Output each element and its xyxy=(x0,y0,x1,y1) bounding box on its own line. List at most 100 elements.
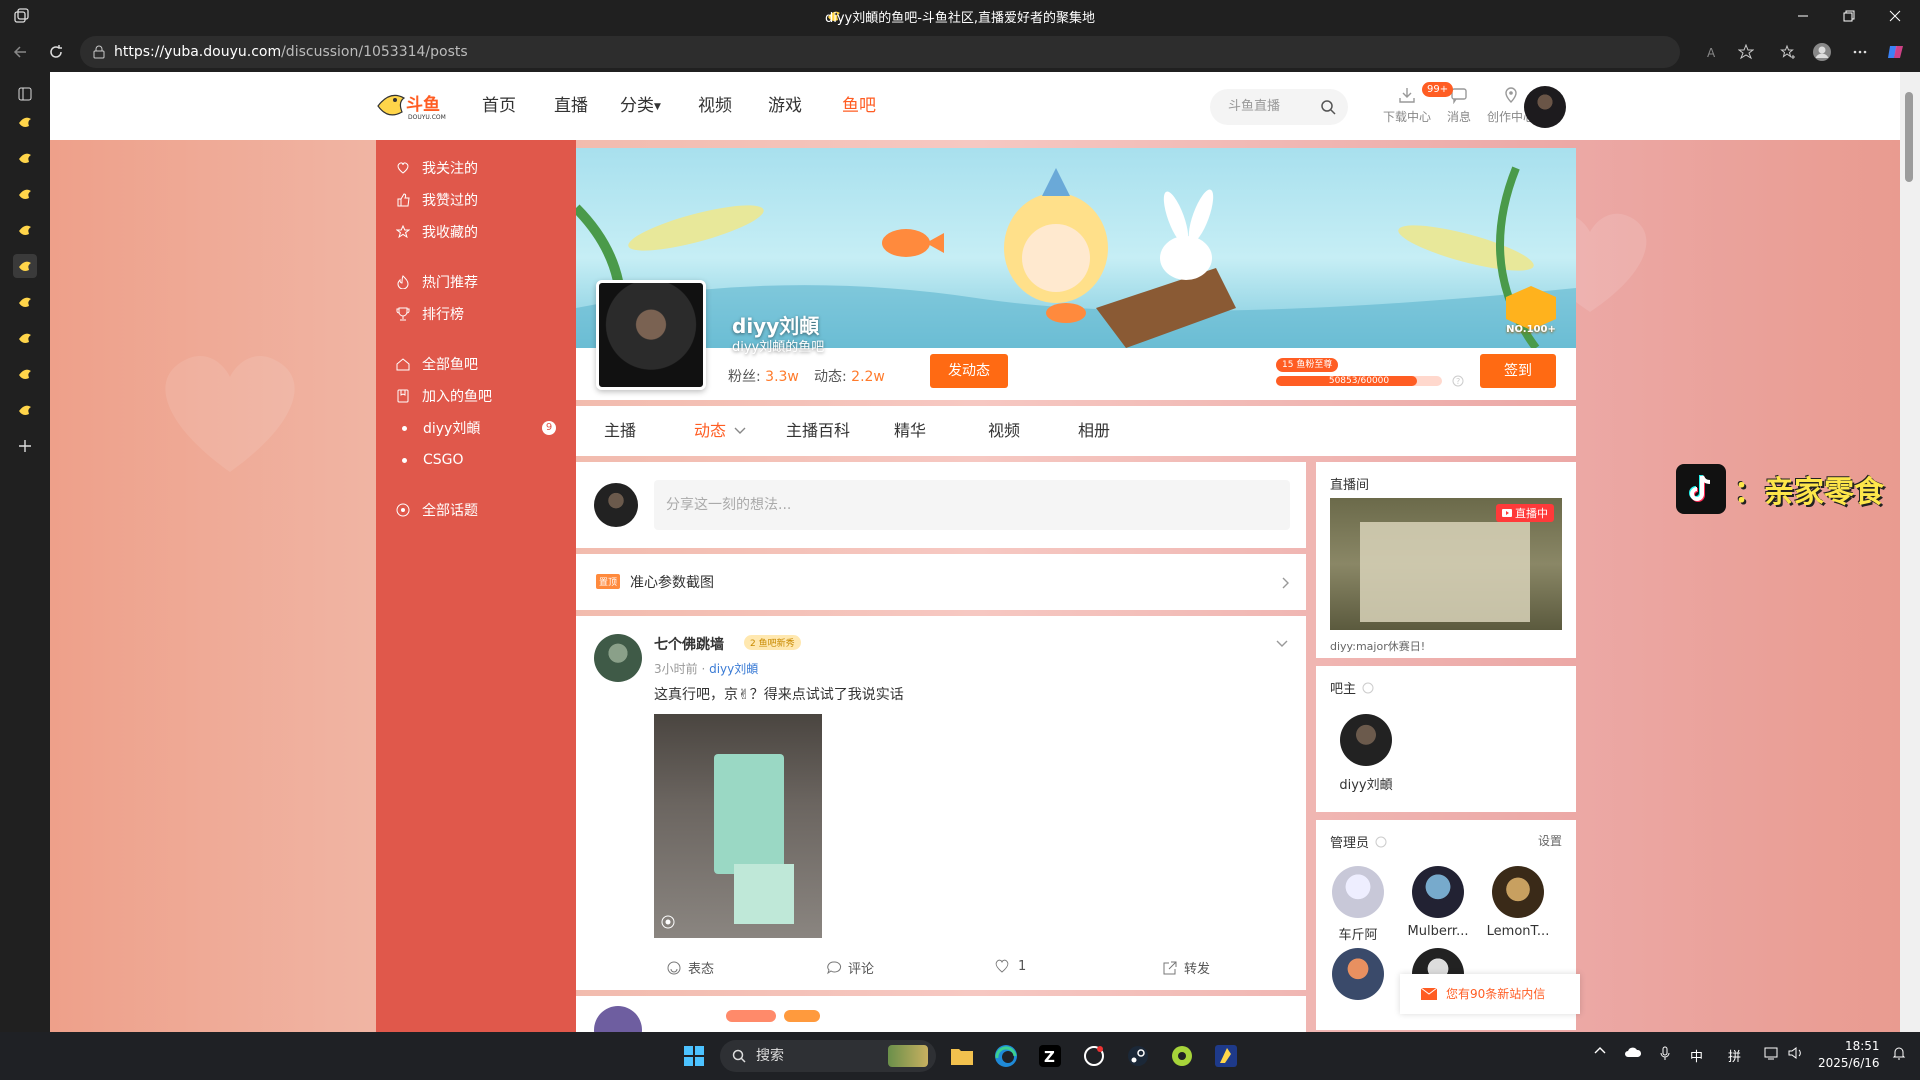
help-icon[interactable] xyxy=(1375,836,1387,848)
like-action[interactable]: 1 xyxy=(994,958,1026,974)
nav-category[interactable]: 分类▼ xyxy=(620,72,661,140)
zed-app-icon[interactable]: Z xyxy=(1034,1040,1066,1072)
steam-icon[interactable] xyxy=(1122,1040,1154,1072)
onedrive-icon[interactable] xyxy=(1624,1046,1642,1058)
tray-chevron-up-icon[interactable] xyxy=(1594,1046,1606,1054)
tab-featured[interactable]: 精华 xyxy=(894,406,926,456)
admins-settings-link[interactable]: 设置 xyxy=(1538,832,1562,849)
nav-game[interactable]: 游戏 xyxy=(768,72,802,140)
owner-name[interactable]: diyy刘頔 xyxy=(1326,774,1406,793)
admin-member[interactable]: Mulberr... xyxy=(1406,866,1470,939)
sidebar-item-all-bars[interactable]: 全部鱼吧 xyxy=(396,352,478,376)
clock-date: 2025/6/16 xyxy=(1818,1056,1880,1070)
sidebar-item-hot[interactable]: 热门推荐 xyxy=(396,270,478,294)
sidebar-item-liked[interactable]: 我赞过的 xyxy=(396,188,478,212)
start-button-icon[interactable] xyxy=(678,1040,710,1072)
refresh-icon[interactable] xyxy=(46,42,66,62)
volume-icon[interactable] xyxy=(1788,1046,1804,1060)
more-icon[interactable] xyxy=(1850,42,1870,62)
browser-tab-9[interactable] xyxy=(13,398,37,422)
owner-avatar[interactable] xyxy=(1340,714,1392,766)
pinned-topic[interactable]: 置顶 准心参数截图 xyxy=(576,554,1306,610)
url-field[interactable]: https://yuba.douyu.com/discussion/105331… xyxy=(80,36,1680,68)
post-more-chevron-icon[interactable] xyxy=(1276,640,1288,648)
close-button[interactable] xyxy=(1872,0,1918,32)
comment-action[interactable]: 评论 xyxy=(826,958,874,977)
tab-streamer[interactable]: 主播 xyxy=(604,406,636,456)
system-clock[interactable]: 18:51 2025/6/16 xyxy=(1818,1038,1880,1072)
sidebar-item-ranking[interactable]: 排行榜 xyxy=(396,302,464,326)
search-input[interactable]: 斗鱼直播 xyxy=(1210,89,1348,125)
chatgpt-icon[interactable] xyxy=(1078,1040,1110,1072)
favorites-icon[interactable] xyxy=(1778,42,1798,62)
taskbar-search[interactable]: 搜索 xyxy=(720,1040,936,1072)
browser-tab-7[interactable] xyxy=(13,326,37,350)
react-action[interactable]: 表态 xyxy=(666,958,714,977)
post-button[interactable]: 发动态 xyxy=(930,354,1008,388)
message-popup[interactable]: 您有90条新站内信 xyxy=(1400,974,1580,1014)
post-image[interactable] xyxy=(654,714,822,938)
tab-wiki[interactable]: 主播百科 xyxy=(786,406,850,456)
browser-tab-4[interactable] xyxy=(13,218,37,242)
thumbs-up-icon xyxy=(396,193,410,207)
douyu-logo[interactable]: 斗鱼 DOUYU.COM xyxy=(376,88,454,122)
post-author-name[interactable]: 七个佛跳墙 xyxy=(654,634,724,654)
favorite-star-icon[interactable] xyxy=(1736,42,1756,62)
edge-browser-icon[interactable] xyxy=(990,1040,1022,1072)
browser-tab-6[interactable] xyxy=(13,290,37,314)
sidebar-item-all-topics[interactable]: 全部话题 xyxy=(396,498,478,522)
ime-pinyin[interactable]: 拼 xyxy=(1728,1046,1741,1065)
admin-member[interactable] xyxy=(1326,948,1390,1006)
notification-bell-icon[interactable] xyxy=(1892,1046,1906,1060)
browser-tab-3[interactable] xyxy=(13,182,37,206)
sidebar-bar-diyy[interactable]: diyy刘頔 xyxy=(396,416,480,440)
profile-icon[interactable] xyxy=(1812,42,1832,62)
share-action[interactable]: 转发 xyxy=(1162,958,1210,977)
sidebar-item-collected[interactable]: 我收藏的 xyxy=(396,220,478,244)
browser-tab-active[interactable] xyxy=(13,254,37,278)
nav-home[interactable]: 首页 xyxy=(482,72,516,140)
tab-actions-icon[interactable] xyxy=(13,82,37,106)
copilot-icon[interactable] xyxy=(1886,42,1906,62)
browser-tab-1[interactable] xyxy=(13,110,37,134)
like-count: 1 xyxy=(1018,958,1027,974)
compose-input[interactable]: 分享这一刻的想法... xyxy=(654,480,1290,530)
sidebar-item-joined-bars[interactable]: 加入的鱼吧 xyxy=(396,384,492,408)
admin-member[interactable]: LemonT... xyxy=(1486,866,1550,939)
tab-video[interactable]: 视频 xyxy=(988,406,1020,456)
help-icon[interactable] xyxy=(1362,682,1374,694)
post-author-avatar[interactable] xyxy=(594,634,642,682)
back-icon[interactable] xyxy=(10,42,30,62)
share-label: 转发 xyxy=(1184,962,1211,977)
nav-yuba[interactable]: 鱼吧 xyxy=(842,72,876,140)
network-icon[interactable] xyxy=(1764,1046,1780,1060)
nav-video[interactable]: 视频 xyxy=(698,72,732,140)
tab-posts[interactable]: 动态 xyxy=(694,406,746,456)
new-tab-icon[interactable] xyxy=(13,434,37,458)
ime-mode[interactable]: 中 xyxy=(1690,1046,1703,1065)
game-app-icon[interactable] xyxy=(1166,1040,1198,1072)
help-icon[interactable]: ? xyxy=(1452,375,1464,387)
live-thumbnail[interactable]: 直播中 xyxy=(1330,498,1562,630)
admin-member[interactable]: 车斤阿 xyxy=(1326,866,1390,943)
restore-button[interactable] xyxy=(1826,0,1872,32)
tab-album[interactable]: 相册 xyxy=(1078,406,1110,456)
signin-button[interactable]: 签到 xyxy=(1480,354,1556,388)
sidebar-bar-csgo[interactable]: CSGO xyxy=(396,448,464,472)
nav-live[interactable]: 直播 xyxy=(554,72,588,140)
streamer-avatar[interactable] xyxy=(596,280,706,390)
scrollbar-thumb[interactable] xyxy=(1905,92,1913,182)
douyu-app-icon[interactable] xyxy=(1210,1040,1242,1072)
page-scrollbar[interactable] xyxy=(1900,72,1920,1032)
file-explorer-icon[interactable] xyxy=(946,1040,978,1072)
browser-tab-8[interactable] xyxy=(13,362,37,386)
read-aloud-icon[interactable]: A xyxy=(1704,42,1724,62)
search-icon[interactable] xyxy=(1320,99,1336,115)
minimize-button[interactable] xyxy=(1780,0,1826,32)
sidebar-item-following[interactable]: 我关注的 xyxy=(396,156,478,180)
post-bar-link[interactable]: diyy刘頔 xyxy=(709,662,758,676)
microphone-icon[interactable] xyxy=(1660,1046,1670,1060)
user-avatar[interactable] xyxy=(1524,86,1566,128)
site-info-icon[interactable] xyxy=(92,45,106,59)
browser-tab-2[interactable] xyxy=(13,146,37,170)
